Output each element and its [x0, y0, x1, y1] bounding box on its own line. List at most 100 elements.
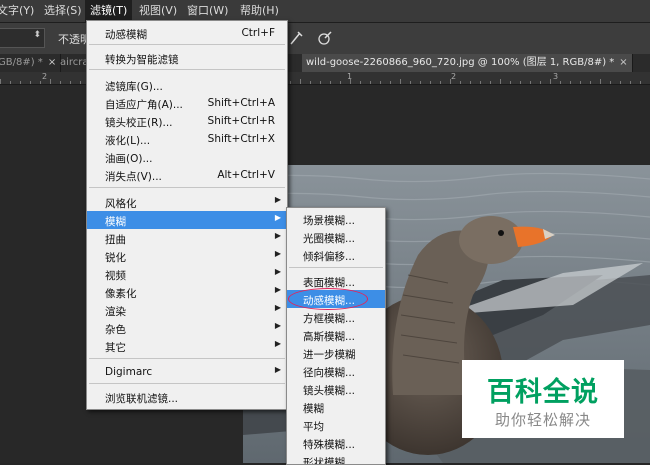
ruler-tick — [630, 81, 631, 84]
menu-item-label: 模糊 — [105, 216, 126, 228]
submenu-item-radial-blur[interactable]: 径向模糊... — [287, 362, 385, 380]
ruler-tick — [20, 81, 21, 84]
ruler-tick — [610, 81, 611, 84]
ruler-tick — [530, 81, 531, 84]
watermark-logo: 百科全说 助你轻松解决 — [462, 360, 624, 438]
submenu-item-blur-more[interactable]: 进一步模糊 — [287, 344, 385, 362]
menu-item-vanishing-point[interactable]: 消失点(V)... Alt+Ctrl+V — [87, 166, 287, 184]
menu-type[interactable]: 文字(Y) — [0, 0, 39, 22]
ruler-tick — [300, 79, 301, 84]
menu-item-browse-online[interactable]: 浏览联机滤镜... — [87, 388, 287, 406]
ruler-tick — [430, 81, 431, 84]
tab-label: wild-goose-2260866_960_720.jpg @ 100% (图… — [306, 57, 615, 68]
menu-window[interactable]: 窗口(W) — [182, 0, 233, 22]
menu-filter[interactable]: 滤镜(T) — [85, 0, 133, 22]
submenu-item-iris-blur[interactable]: 光圈模糊... — [287, 228, 385, 246]
menu-select[interactable]: 选择(S) — [39, 0, 87, 22]
menu-item-filter-gallery[interactable]: 滤镜库(G)... — [87, 76, 287, 94]
submenu-item-label: 形状模糊... — [303, 457, 356, 465]
menu-item-label: 锐化 — [105, 252, 126, 264]
dropdown-arrow-icon: ⬍ — [33, 30, 41, 40]
ruler-tick — [0, 79, 1, 84]
airbrush-icon[interactable] — [288, 29, 308, 49]
menu-item-label: 浏览联机滤镜... — [105, 393, 179, 405]
menu-item-shortcut: Shift+Ctrl+R — [207, 115, 275, 127]
ruler-tick — [290, 81, 291, 84]
menu-item-liquify[interactable]: 液化(L)... Shift+Ctrl+X — [87, 130, 287, 148]
close-icon[interactable]: × — [48, 57, 56, 68]
submenu-arrow-icon: ▶ — [274, 339, 281, 348]
ruler-tick — [420, 81, 421, 84]
submenu-item-field-blur[interactable]: 场景模糊... — [287, 210, 385, 228]
submenu-arrow-icon: ▶ — [274, 321, 281, 330]
submenu-item-blur[interactable]: 模糊 — [287, 398, 385, 416]
submenu-item-label: 模糊 — [303, 403, 324, 415]
menu-item-other[interactable]: 其它 ▶ — [87, 337, 287, 355]
menu-item-label: 滤镜库(G)... — [105, 81, 163, 93]
menu-item-shortcut: Shift+Ctrl+A — [207, 97, 275, 109]
ruler-tick — [360, 81, 361, 84]
menu-item-adaptive-wide-angle[interactable]: 自适应广角(A)... Shift+Ctrl+A — [87, 94, 287, 112]
ruler-tick — [380, 81, 381, 84]
menu-item-oil-paint[interactable]: 油画(O)... — [87, 148, 287, 166]
submenu-arrow-icon: ▶ — [274, 213, 281, 222]
doc-tab[interactable]: GB/8#) * × — [0, 54, 62, 72]
submenu-arrow-icon: ▶ — [274, 195, 281, 204]
menu-item-label: 扭曲 — [105, 234, 126, 246]
submenu-item-label: 特殊模糊... — [303, 439, 356, 451]
ruler-label: 2 — [42, 72, 48, 81]
menu-item-sharpen[interactable]: 锐化 ▶ — [87, 247, 287, 265]
options-dropdown[interactable]: ⬍ — [0, 28, 45, 48]
submenu-item-tilt-shift[interactable]: 倾斜偏移... — [287, 246, 385, 264]
submenu-arrow-icon: ▶ — [274, 285, 281, 294]
submenu-item-lens-blur[interactable]: 镜头模糊... — [287, 380, 385, 398]
menu-item-label: 风格化 — [105, 198, 137, 210]
filter-menu: 动感模糊 Ctrl+F 转换为智能滤镜 滤镜库(G)... 自适应广角(A)..… — [86, 20, 288, 410]
pressure-pen-icon[interactable] — [316, 29, 336, 49]
submenu-item-smart-blur[interactable]: 特殊模糊... — [287, 434, 385, 452]
menu-item-blur[interactable]: 模糊 ▶ — [87, 211, 287, 229]
submenu-item-average[interactable]: 平均 — [287, 416, 385, 434]
menu-divider — [89, 187, 285, 188]
ruler-label: 2 — [451, 72, 457, 81]
close-icon[interactable]: × — [619, 57, 627, 68]
ruler-tick — [340, 81, 341, 84]
menu-item-label: 杂色 — [105, 324, 126, 336]
menu-item-smart-filter[interactable]: 转换为智能滤镜 — [87, 49, 287, 67]
ruler-tick — [580, 81, 581, 84]
menu-item-video[interactable]: 视频 ▶ — [87, 265, 287, 283]
submenu-item-label: 倾斜偏移... — [303, 251, 356, 263]
menu-item-lens-correction[interactable]: 镜头校正(R)... Shift+Ctrl+R — [87, 112, 287, 130]
ruler-tick — [600, 79, 601, 84]
ruler-tick — [570, 81, 571, 84]
menu-item-distort[interactable]: 扭曲 ▶ — [87, 229, 287, 247]
ruler-tick — [560, 81, 561, 84]
submenu-item-gaussian-blur[interactable]: 高斯模糊... — [287, 326, 385, 344]
ruler-tick — [500, 79, 501, 84]
menu-item-digimarc[interactable]: Digimarc ▶ — [87, 363, 287, 381]
menu-item-label: 动感模糊 — [105, 29, 147, 41]
watermark-subtitle: 助你轻松解决 — [494, 411, 591, 429]
menu-item-stylize[interactable]: 风格化 ▶ — [87, 193, 287, 211]
menu-help[interactable]: 帮助(H) — [235, 0, 284, 22]
ruler-tick — [390, 81, 391, 84]
ruler-tick — [310, 81, 311, 84]
menu-item-pixelate[interactable]: 像素化 ▶ — [87, 283, 287, 301]
menu-divider — [89, 383, 285, 384]
ruler-tick — [450, 79, 451, 84]
menu-divider — [89, 44, 285, 45]
submenu-item-shape-blur[interactable]: 形状模糊... — [287, 452, 385, 465]
menu-item-noise[interactable]: 杂色 ▶ — [87, 319, 287, 337]
doc-tab-active[interactable]: wild-goose-2260866_960_720.jpg @ 100% (图… — [302, 54, 633, 72]
ruler-tick — [320, 81, 321, 84]
ruler-tick — [520, 81, 521, 84]
menu-item-shortcut: Ctrl+F — [241, 27, 275, 39]
submenu-item-box-blur[interactable]: 方框模糊... — [287, 308, 385, 326]
menu-item-last-filter[interactable]: 动感模糊 Ctrl+F — [87, 24, 287, 42]
menu-item-label: Digimarc — [105, 366, 153, 378]
submenu-item-label: 镜头模糊... — [303, 385, 356, 397]
ruler-tick — [50, 79, 51, 84]
ruler-tick — [410, 81, 411, 84]
menu-view[interactable]: 视图(V) — [134, 0, 182, 22]
menu-item-render[interactable]: 渲染 ▶ — [87, 301, 287, 319]
